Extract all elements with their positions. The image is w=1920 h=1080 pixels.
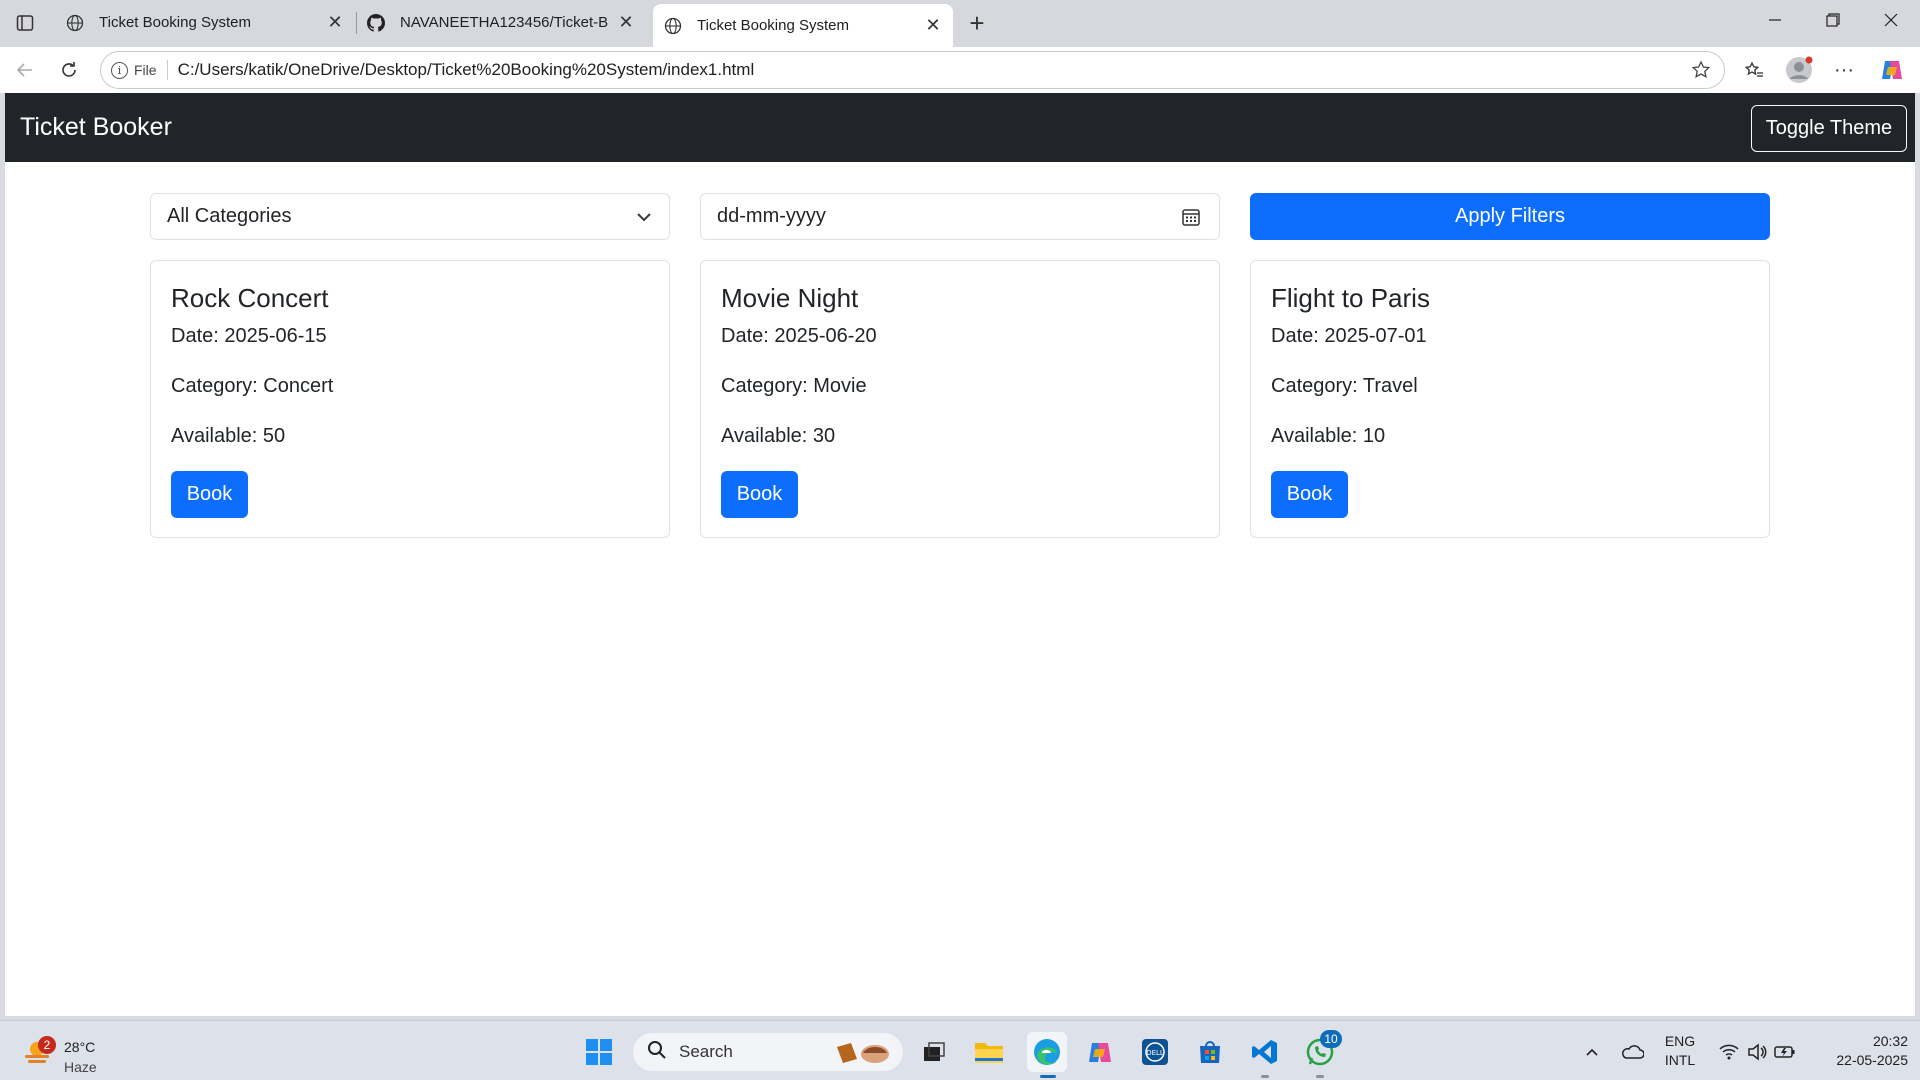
category-select[interactable]: All Categories xyxy=(150,193,670,240)
clock-time: 20:32 xyxy=(1872,1033,1908,1049)
favorites-icon[interactable] xyxy=(1737,53,1771,87)
apply-filters-button[interactable]: Apply Filters xyxy=(1250,193,1770,240)
battery-icon[interactable] xyxy=(1768,1035,1802,1069)
windows-start-icon[interactable] xyxy=(582,1035,616,1069)
book-button[interactable]: Book xyxy=(721,471,798,518)
address-bar[interactable]: i File C:/Users/katik/OneDrive/Desktop/T… xyxy=(100,51,1725,89)
category-select-value: All Categories xyxy=(167,205,292,227)
new-tab-icon[interactable]: + xyxy=(960,6,994,40)
tab-github-repo[interactable]: NAVANEETHA123456/Ticket-Booking ✕ xyxy=(356,4,646,41)
book-button[interactable]: Book xyxy=(1271,471,1348,518)
clock-date: 22-05-2025 xyxy=(1836,1052,1908,1068)
event-card: Rock Concert Date: 2025-06-15 Category: … xyxy=(150,260,670,538)
site-info-chip[interactable]: i File xyxy=(111,61,157,79)
chevron-down-icon xyxy=(635,208,653,232)
tab-label: NAVANEETHA123456/Ticket-Booking xyxy=(400,14,608,31)
page-viewport: Ticket Booker Toggle Theme All Categorie… xyxy=(5,93,1915,1016)
chevron-up-icon[interactable] xyxy=(1575,1035,1609,1069)
copilot-icon[interactable] xyxy=(1875,53,1909,87)
tab-ticket-booking-1[interactable]: Ticket Booking System ✕ xyxy=(55,4,355,41)
event-card: Movie Night Date: 2025-06-20 Category: M… xyxy=(700,260,1220,538)
microsoft-store-icon[interactable] xyxy=(1193,1035,1227,1069)
tab-label: Ticket Booking System xyxy=(99,14,251,31)
browser-toolbar: i File C:/Users/katik/OneDrive/Desktop/T… xyxy=(0,47,1920,93)
url-text[interactable]: C:/Users/katik/OneDrive/Desktop/Ticket%2… xyxy=(178,60,1686,80)
event-card: Flight to Paris Date: 2025-07-01 Categor… xyxy=(1250,260,1770,538)
svg-text:DELL: DELL xyxy=(1146,1049,1164,1057)
vscode-icon[interactable] xyxy=(1248,1035,1282,1069)
weather-widget[interactable]: 2 28°C Haze xyxy=(22,1029,112,1075)
weather-temp: 28°C xyxy=(64,1039,96,1055)
more-options-icon[interactable]: ··· xyxy=(1827,53,1861,87)
clock[interactable]: 20:32 22-05-2025 xyxy=(1808,1033,1908,1068)
weather-badge: 2 xyxy=(38,1036,56,1054)
globe-icon xyxy=(663,16,683,36)
active-app-indicator xyxy=(1040,1075,1056,1078)
favorite-star-icon[interactable] xyxy=(1686,60,1716,80)
search-icon xyxy=(647,1040,667,1065)
github-icon xyxy=(366,13,386,33)
calendar-icon[interactable] xyxy=(1181,207,1201,233)
language-line1: ENG xyxy=(1664,1033,1696,1049)
task-view-icon[interactable] xyxy=(917,1035,951,1069)
back-icon[interactable] xyxy=(8,53,42,87)
edge-browser-icon[interactable] xyxy=(1027,1032,1067,1072)
card-available: Available: 10 xyxy=(1271,425,1386,447)
info-icon: i xyxy=(111,61,128,79)
tab-actions-icon[interactable] xyxy=(10,8,40,38)
filter-bar: All Categories dd-mm-yyyy Apply Filters xyxy=(150,193,1770,240)
onedrive-icon[interactable] xyxy=(1615,1035,1649,1069)
close-window-icon[interactable] xyxy=(1863,0,1919,40)
card-category: Category: Concert xyxy=(171,375,334,397)
date-input[interactable]: dd-mm-yyyy xyxy=(700,193,1220,240)
card-title: Flight to Paris xyxy=(1271,283,1430,313)
open-app-indicator xyxy=(1261,1075,1269,1078)
language-indicator[interactable]: ENG INTL xyxy=(1662,1033,1698,1068)
open-app-indicator xyxy=(1316,1075,1324,1078)
dell-icon[interactable]: DELL xyxy=(1138,1035,1172,1069)
card-date: Date: 2025-06-15 xyxy=(171,325,327,347)
close-icon[interactable]: ✕ xyxy=(325,12,345,33)
close-icon[interactable]: ✕ xyxy=(616,12,636,33)
taskbar: 2 28°C Haze Search DELL 10 ENG INTL 20:3… xyxy=(0,1020,1920,1080)
copilot-app-icon[interactable] xyxy=(1083,1035,1117,1069)
card-date: Date: 2025-07-01 xyxy=(1271,325,1427,347)
top-navbar: Ticket Booker Toggle Theme xyxy=(5,93,1915,162)
tab-ticket-booking-active[interactable]: Ticket Booking System ✕ xyxy=(653,4,953,47)
profile-avatar[interactable] xyxy=(1782,53,1816,87)
minimize-icon[interactable] xyxy=(1747,0,1803,40)
tab-label: Ticket Booking System xyxy=(697,17,849,34)
card-category: Category: Movie xyxy=(721,375,867,397)
restore-icon[interactable] xyxy=(1805,0,1861,40)
tab-strip: Ticket Booking System ✕ NAVANEETHA123456… xyxy=(0,0,1920,47)
toggle-theme-button[interactable]: Toggle Theme xyxy=(1751,105,1907,152)
card-title: Rock Concert xyxy=(171,283,329,313)
search-label: Search xyxy=(679,1042,733,1061)
taskbar-search[interactable]: Search xyxy=(633,1033,903,1071)
whatsapp-badge: 10 xyxy=(1320,1030,1342,1048)
brand-title[interactable]: Ticket Booker xyxy=(20,113,172,142)
omnibox-divider xyxy=(166,60,168,80)
date-input-placeholder: dd-mm-yyyy xyxy=(717,205,826,227)
card-available: Available: 30 xyxy=(721,425,836,447)
weather-condition: Haze xyxy=(64,1059,97,1075)
card-title: Movie Night xyxy=(721,283,859,313)
file-explorer-icon[interactable] xyxy=(972,1035,1006,1069)
reload-icon[interactable] xyxy=(52,53,86,87)
language-line2: INTL xyxy=(1664,1052,1696,1068)
search-highlight-icon xyxy=(833,1039,893,1070)
book-button[interactable]: Book xyxy=(171,471,248,518)
close-icon[interactable]: ✕ xyxy=(923,15,943,36)
globe-icon xyxy=(65,13,85,33)
card-available: Available: 50 xyxy=(171,425,286,447)
card-date: Date: 2025-06-20 xyxy=(721,325,877,347)
file-label: File xyxy=(134,62,157,78)
card-category: Category: Travel xyxy=(1271,375,1418,397)
